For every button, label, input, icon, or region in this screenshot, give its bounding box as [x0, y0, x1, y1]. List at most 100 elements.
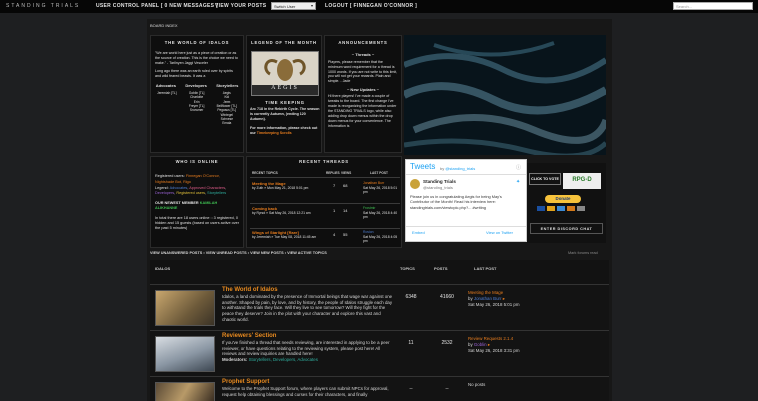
recent-topic-meta: by Jeremiah » Tue May 08, 2018 11:45 am	[252, 235, 317, 240]
avatar[interactable]	[410, 179, 420, 189]
bank-icon	[577, 206, 585, 211]
vote-donate-panel: CLICK TO VOTE RPG-D Donate ENTER DISCORD…	[527, 163, 606, 243]
forum-description: If you've finished a thread that needs r…	[222, 340, 394, 363]
forum-topics: 11	[408, 340, 414, 346]
legend-portrait[interactable]: AEGIS	[251, 51, 319, 96]
recent-last-user[interactable]: Frostmir	[363, 206, 375, 210]
switch-user-label: Switch User	[274, 4, 296, 9]
forum-posts: 2532	[441, 340, 453, 346]
time-body: Arc 718 in the Rebirth Cycle. The season…	[250, 107, 320, 121]
view-on-twitter-link[interactable]: View on Twitter	[486, 230, 513, 235]
recent-panel: RECENT THREADS RECENT TOPICS REPLIES VIE…	[246, 156, 402, 248]
forum-topics: --	[409, 386, 413, 392]
recent-row[interactable]: Coming back by Rynol » Sat May 26, 2018 …	[252, 206, 400, 226]
visa-icon	[537, 206, 545, 211]
legend-name: AEGIS	[271, 85, 299, 91]
header-topics: TOPICS	[400, 266, 415, 271]
forum-description: Welcome to the Prophet Support forum, wh…	[222, 386, 389, 397]
recent-replies: 4	[333, 232, 336, 237]
forum-row[interactable]: The World of Idalos Idalos, a land domin…	[150, 284, 609, 330]
wave-image-icon	[404, 35, 606, 155]
recent-last-date: Sat May 26, 2018 5:01 pm	[363, 185, 398, 195]
quick-links[interactable]: VIEW UNANSWERED POSTS • VIEW UNREAD POST…	[150, 251, 327, 256]
mark-read-link[interactable]: Mark forums read	[568, 251, 598, 256]
advocates-heading[interactable]: Advocates	[156, 83, 176, 88]
go-to-post-icon[interactable]: ▸	[503, 296, 505, 301]
info-icon[interactable]: ⓘ	[516, 165, 521, 172]
rpg-d-badge[interactable]: RPG-D	[563, 173, 601, 189]
recent-views: 55	[343, 232, 348, 237]
threads-heading: ~ Threads ~	[351, 52, 375, 58]
brand-logo[interactable]: STANDING TRIALS	[6, 3, 80, 10]
chevron-down-icon: ▾	[310, 3, 313, 8]
legend-title: LEGEND OF THE MONTH	[251, 40, 317, 45]
discover-icon	[567, 206, 575, 211]
forum-topics: 6348	[405, 294, 417, 300]
last-post-title: No posts	[468, 382, 486, 387]
recent-hdr-topics: RECENT TOPICS	[252, 171, 278, 175]
ucp-link[interactable]: USER CONTROL PANEL [ 0 NEW MESSAGES ]	[96, 3, 218, 10]
donate-button[interactable]: Donate	[545, 195, 581, 203]
category-title[interactable]: IDALOS	[155, 266, 170, 271]
header-banner-image	[404, 35, 606, 155]
updates-heading: ~ New Updates ~	[346, 87, 379, 93]
recent-hdr-last: LAST POST	[370, 171, 388, 175]
header-posts: POSTS	[434, 266, 448, 271]
updates-body: Hi there players! I've made a couple of …	[328, 94, 397, 128]
switch-user-select[interactable]: Switch User ▾	[271, 2, 316, 10]
recent-last: Rovion Sat May 26, 2018 4:05 pm	[363, 230, 400, 244]
recent-last-date: Sat May 26, 2018 4:40 pm	[363, 210, 398, 220]
recent-last-user[interactable]: Rovion	[363, 230, 374, 234]
forum-description: Idalos, a land dominated by the presence…	[222, 294, 393, 322]
embed-link[interactable]: Embed	[412, 230, 425, 235]
time-title: TIME KEEPING	[265, 100, 305, 105]
forum-table-header: IDALOS TOPICS POSTS LAST POST	[150, 260, 609, 284]
view-posts-link[interactable]: VIEW YOUR POSTS	[215, 3, 266, 10]
tweets-by-line: by @standing_trials	[440, 166, 475, 171]
tweets-title: Tweets	[410, 162, 436, 171]
moderators-list[interactable]: Storytellers, Developers, Advocates	[249, 357, 318, 362]
forum-last-post: Review Requests 2.1.4 by Goblin ▸ Sat Ma…	[468, 336, 520, 354]
click-to-vote-button[interactable]: CLICK TO VOTE	[529, 173, 561, 185]
tweets-handle-header[interactable]: @standing_trials	[445, 166, 475, 171]
recent-hdr-views: VIEWS	[341, 171, 352, 175]
recent-row[interactable]: Wings of Starlight [Rare] by Jeremiah » …	[252, 230, 400, 248]
legend-line: Legend: Advocates, Approved Characters, …	[155, 185, 227, 195]
forum-row[interactable]: Reviewers' Section If you've finished a …	[150, 330, 609, 376]
recent-row[interactable]: Meeting the Mage by Zuth » Mon May 21, 2…	[252, 181, 400, 201]
group-advocates[interactable]: Advocates	[170, 186, 188, 190]
registered-label: Registered users:	[155, 174, 185, 179]
forum-thumbnail[interactable]	[155, 382, 215, 401]
breadcrumb[interactable]: BOARD INDEX	[150, 23, 178, 28]
group-developers[interactable]: Developers	[155, 191, 174, 195]
recent-hdr-replies: REPLIES	[326, 171, 340, 175]
developers-heading[interactable]: Developers	[185, 83, 207, 88]
last-post-user[interactable]: Goblin	[474, 342, 487, 347]
top-bar: STANDING TRIALS USER CONTROL PANEL [ 0 N…	[0, 0, 758, 13]
last-post-date: Sat May 26, 2018 5:01 pm	[468, 301, 520, 307]
group-registered[interactable]: Registered users	[176, 191, 205, 195]
search-input[interactable]: Search...	[673, 2, 753, 10]
recent-last-user[interactable]: Jonathan Burr	[363, 181, 384, 185]
forum-description-text: If you've finished a thread that needs r…	[222, 340, 390, 357]
group-approved[interactable]: Approved Characters	[189, 186, 225, 190]
world-quote: "We are world here just as a piece of cr…	[155, 51, 238, 66]
forum-row[interactable]: Prophet Support Welcome to the Prophet S…	[150, 376, 609, 401]
logout-link[interactable]: LOGOUT [ FINNEGAN O'CONNOR ]	[325, 3, 417, 10]
discord-button[interactable]: ENTER DISCORD CHAT	[530, 223, 603, 234]
storytellers-heading[interactable]: Storytellers	[216, 83, 238, 88]
announcements-panel: ANNOUNCEMENTS ~ Threads ~ Players, pleas…	[324, 35, 402, 153]
tweet-handle[interactable]: @standing_trials	[423, 185, 453, 190]
timekeeping-link[interactable]: Timekeeping Scrolls	[257, 131, 292, 135]
forum-thumbnail[interactable]	[155, 336, 215, 372]
last-post-date: Sat May 26, 2018 3:31 pm	[468, 347, 520, 353]
go-to-post-icon[interactable]: ▸	[488, 342, 490, 347]
registered-line: Registered users: Finnegan O'Connor, Nig…	[155, 174, 239, 184]
twitter-widget: Tweets by @standing_trials ⓘ Standing Tr…	[405, 159, 527, 242]
forum-posts: 41660	[440, 294, 454, 300]
mastercard-icon	[547, 206, 555, 211]
group-storytellers[interactable]: Storytellers	[207, 191, 226, 195]
last-post-user[interactable]: Jonathan Burr	[474, 296, 502, 301]
forum-thumbnail[interactable]	[155, 290, 215, 326]
last-post-by: by	[468, 295, 473, 301]
